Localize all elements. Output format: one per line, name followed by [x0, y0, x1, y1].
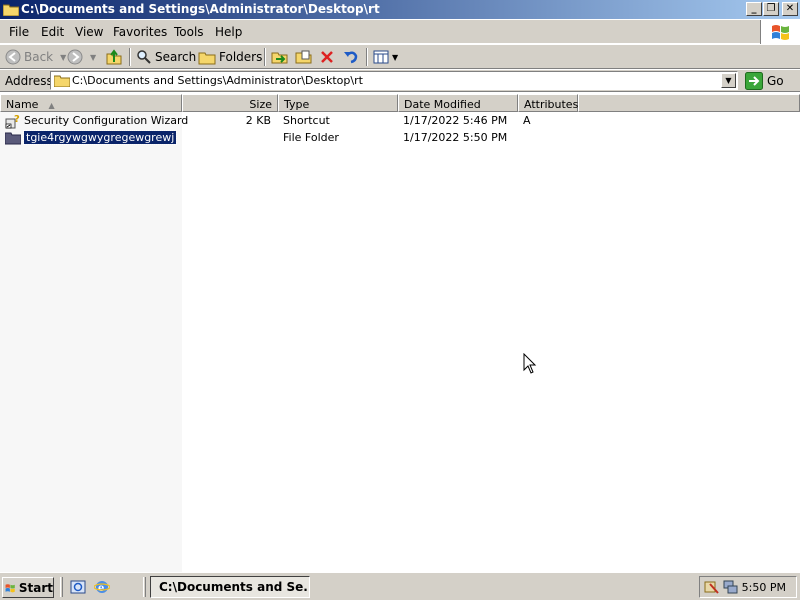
- standard-toolbar: Back ▼ ▼ Search Folders ▼: [0, 45, 800, 69]
- file-name-selected: tgie4rgywgwygregewgrewj: [22, 130, 178, 145]
- forward-arrow-icon: [67, 49, 83, 65]
- windows-flag-icon: [772, 25, 789, 40]
- title-bar[interactable]: C:\Documents and Settings\Administrator\…: [0, 0, 800, 19]
- file-type: Shortcut: [283, 114, 330, 127]
- chevron-down-icon[interactable]: ▼: [90, 53, 96, 62]
- address-dropdown-button[interactable]: ▼: [721, 73, 736, 88]
- search-button[interactable]: Search: [136, 48, 196, 66]
- back-button[interactable]: Back ▼: [5, 48, 66, 66]
- search-icon: [137, 50, 151, 64]
- undo-icon: [344, 51, 358, 64]
- menu-tools[interactable]: Tools: [174, 25, 204, 39]
- up-folder-icon: [106, 49, 122, 65]
- start-button[interactable]: Start: [2, 577, 54, 598]
- window-title: C:\Documents and Settings\Administrator\…: [21, 2, 380, 16]
- move-to-icon: [271, 52, 288, 64]
- delete-x-icon: [321, 51, 333, 63]
- address-bar: Address C:\Documents and Settings\Admini…: [0, 70, 800, 92]
- security-tray-icon[interactable]: [704, 579, 720, 595]
- menu-bar: File Edit View Favorites Tools Help: [0, 20, 800, 44]
- views-icon: [373, 50, 389, 64]
- up-folder-button[interactable]: [106, 48, 122, 66]
- file-date-modified: 1/17/2022 5:50 PM: [403, 131, 508, 144]
- menu-help[interactable]: Help: [215, 25, 242, 39]
- delete-button[interactable]: [319, 48, 335, 66]
- file-row[interactable]: tgie4rgywgwygregewgrewj File Folder 1/17…: [0, 129, 800, 146]
- column-header-size[interactable]: Size: [182, 94, 278, 112]
- column-header-attributes[interactable]: Attributes: [518, 94, 578, 112]
- copy-to-icon: [295, 50, 312, 64]
- file-row[interactable]: ? Security Configuration Wizard 2 KB Sho…: [0, 112, 800, 129]
- close-button[interactable]: ✕: [782, 2, 798, 16]
- taskbar-explorer-window[interactable]: C:\Documents and Se...: [150, 576, 310, 598]
- column-header-type[interactable]: Type: [278, 94, 398, 112]
- menu-view[interactable]: View: [75, 25, 103, 39]
- back-arrow-icon: [5, 49, 21, 65]
- windows-flag-icon: [5, 583, 15, 592]
- column-header-name[interactable]: Name ▲: [0, 94, 182, 112]
- views-button[interactable]: ▼: [373, 48, 398, 66]
- file-attributes: A: [523, 114, 531, 127]
- chevron-down-icon[interactable]: ▼: [392, 53, 398, 62]
- forward-button[interactable]: ▼: [67, 48, 96, 66]
- shortcut-wizard-icon: ?: [5, 114, 20, 128]
- go-label: Go: [767, 73, 784, 88]
- sort-ascending-icon: ▲: [48, 101, 55, 110]
- file-name: Security Configuration Wizard: [24, 114, 189, 127]
- go-arrow-icon: [745, 71, 763, 90]
- column-headers: Name ▲ Size Type Date Modified Attributes: [0, 94, 800, 112]
- menu-file[interactable]: File: [9, 25, 29, 39]
- column-header-date-modified[interactable]: Date Modified: [398, 94, 518, 112]
- menu-edit[interactable]: Edit: [41, 25, 64, 39]
- go-button[interactable]: Go: [745, 71, 784, 90]
- taskbar-window-label: C:\Documents and Se...: [159, 580, 310, 594]
- address-input[interactable]: C:\Documents and Settings\Administrator\…: [50, 71, 738, 90]
- system-tray: 5:50 PM: [699, 576, 797, 598]
- minimize-button[interactable]: _: [746, 2, 762, 16]
- start-label: Start: [18, 580, 53, 595]
- windows-logo: [760, 20, 800, 44]
- folder-icon: [5, 132, 21, 144]
- file-type: File Folder: [283, 131, 339, 144]
- mouse-cursor-icon: [523, 353, 537, 374]
- folder-icon: [3, 4, 19, 16]
- file-date-modified: 1/17/2022 5:46 PM: [403, 114, 508, 127]
- undo-button[interactable]: [343, 48, 359, 66]
- folders-button[interactable]: Folders: [198, 48, 262, 66]
- chevron-down-icon[interactable]: ▼: [60, 53, 66, 62]
- internet-explorer-icon[interactable]: e: [94, 579, 110, 595]
- clock: 5:50 PM: [741, 581, 786, 594]
- address-label: Address: [5, 74, 53, 88]
- menu-favorites[interactable]: Favorites: [113, 25, 167, 39]
- svg-text:?: ?: [14, 114, 20, 125]
- server-management-icon[interactable]: [70, 579, 86, 595]
- folder-icon: [54, 75, 70, 87]
- folders-icon: [198, 52, 216, 65]
- taskbar: Start e C:\Documents and Se... 5:50 PM: [0, 572, 800, 600]
- file-list[interactable]: Name ▲ Size Type Date Modified Attributes…: [0, 94, 800, 572]
- back-label: Back: [24, 50, 54, 64]
- search-label: Search: [155, 50, 197, 64]
- folders-label: Folders: [219, 50, 263, 64]
- restore-button[interactable]: ❐: [763, 2, 779, 16]
- move-to-button[interactable]: [271, 48, 289, 66]
- copy-to-button[interactable]: [295, 48, 313, 66]
- address-value: C:\Documents and Settings\Administrator\…: [72, 74, 363, 87]
- file-size: 2 KB: [245, 114, 271, 127]
- network-tray-icon[interactable]: [722, 579, 738, 595]
